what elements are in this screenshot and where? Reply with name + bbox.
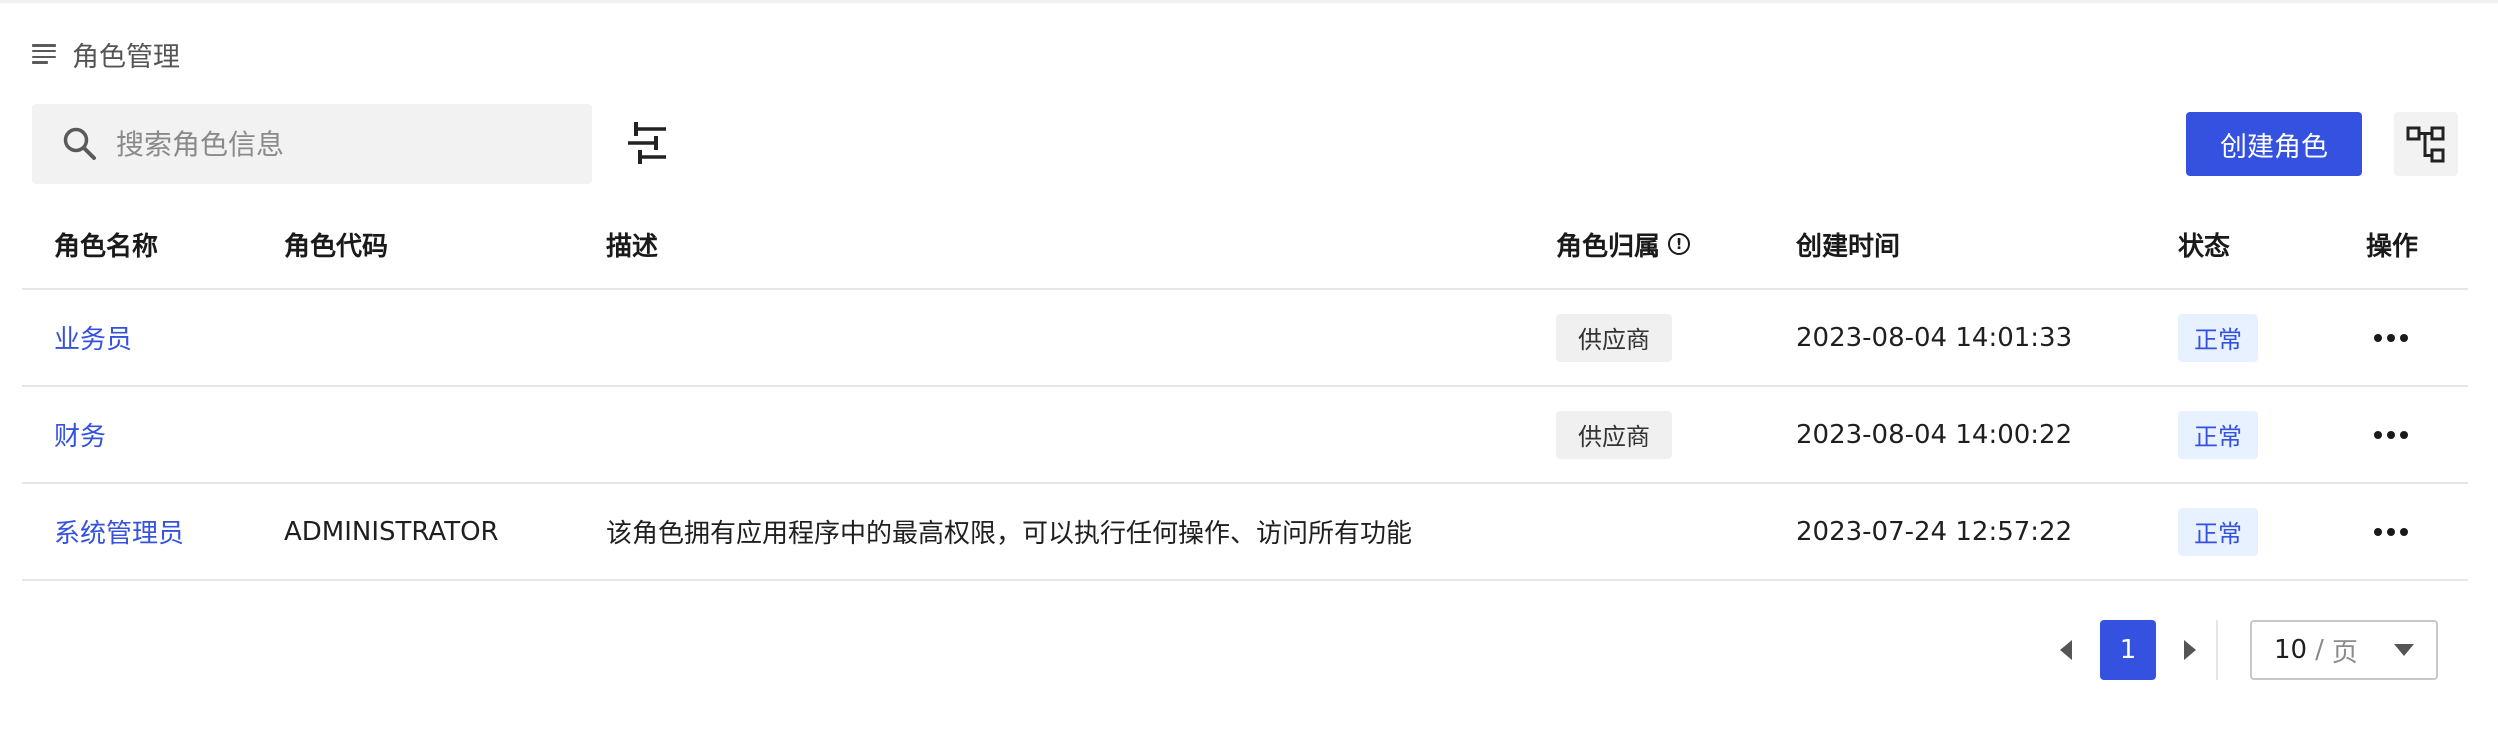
page-number-button[interactable]: 1	[2100, 620, 2156, 680]
role-name-link[interactable]: 业务员	[54, 319, 132, 356]
more-icon[interactable]	[2366, 423, 2416, 447]
next-page-icon[interactable]	[2180, 636, 2200, 664]
sliders-icon[interactable]	[624, 120, 670, 166]
header-owner: 角色归属 !	[1556, 200, 1691, 288]
role-code: ADMINISTRATOR	[284, 516, 499, 547]
status-badge: 正常	[2178, 313, 2258, 362]
page-size-value: 10	[2274, 635, 2308, 665]
table-row: 系统管理员 ADMINISTRATOR 该角色拥有应用程序中的最高权限，可以执行…	[22, 484, 2468, 581]
info-icon[interactable]: !	[1668, 233, 1691, 255]
owner-tag: 供应商	[1556, 313, 1672, 362]
table-row: 业务员 供应商 2023-08-04 14:01:33 正常	[22, 290, 2468, 387]
header-owner-label: 角色归属	[1556, 231, 1661, 262]
menu-icon[interactable]	[32, 44, 58, 64]
breadcrumb: 角色管理	[32, 36, 180, 73]
create-role-button[interactable]: 创建角色	[2186, 112, 2362, 176]
search-box[interactable]	[32, 104, 592, 184]
role-desc: 该角色拥有应用程序中的最高权限，可以执行任何操作、访问所有功能	[606, 519, 1413, 549]
status-badge: 正常	[2178, 507, 2258, 556]
header-time: 创建时间	[1796, 231, 1901, 262]
status-badge: 正常	[2178, 410, 2258, 459]
table-header: 角色名称 角色代码 描述 角色归属 ! 创建时间 状态 操作	[22, 200, 2468, 290]
table-row: 财务 供应商 2023-08-04 14:00:22 正常	[22, 387, 2468, 484]
search-input[interactable]	[114, 126, 558, 162]
owner-tag: 供应商	[1556, 410, 1672, 459]
roles-table: 角色名称 角色代码 描述 角色归属 ! 创建时间 状态 操作 业务员 供应商 2…	[22, 200, 2468, 581]
header-code: 角色代码	[284, 231, 389, 262]
header-name: 角色名称	[54, 231, 159, 262]
header-status: 状态	[2178, 231, 2231, 262]
more-icon[interactable]	[2366, 326, 2416, 350]
created-time: 2023-08-04 14:00:22	[1796, 419, 2073, 450]
tree-structure-icon	[2406, 126, 2445, 163]
created-time: 2023-07-24 12:57:22	[1796, 516, 2073, 547]
chevron-down-icon	[2394, 644, 2414, 656]
page-size-select[interactable]: 10 / 页	[2250, 620, 2438, 680]
header-desc: 描述	[606, 231, 659, 262]
page-size-unit: 页	[2331, 637, 2358, 668]
page-title: 角色管理	[72, 41, 180, 73]
header-op: 操作	[2366, 231, 2419, 262]
tree-view-button[interactable]	[2394, 112, 2458, 176]
created-time: 2023-08-04 14:01:33	[1796, 322, 2073, 353]
prev-page-icon[interactable]	[2056, 636, 2076, 664]
more-icon[interactable]	[2366, 520, 2416, 544]
pagination-divider	[2216, 620, 2218, 680]
top-border	[0, 0, 2498, 3]
role-name-link[interactable]: 财务	[54, 416, 106, 453]
search-icon	[63, 127, 96, 160]
role-name-link[interactable]: 系统管理员	[54, 513, 184, 550]
page-size-separator: /	[2315, 635, 2324, 665]
